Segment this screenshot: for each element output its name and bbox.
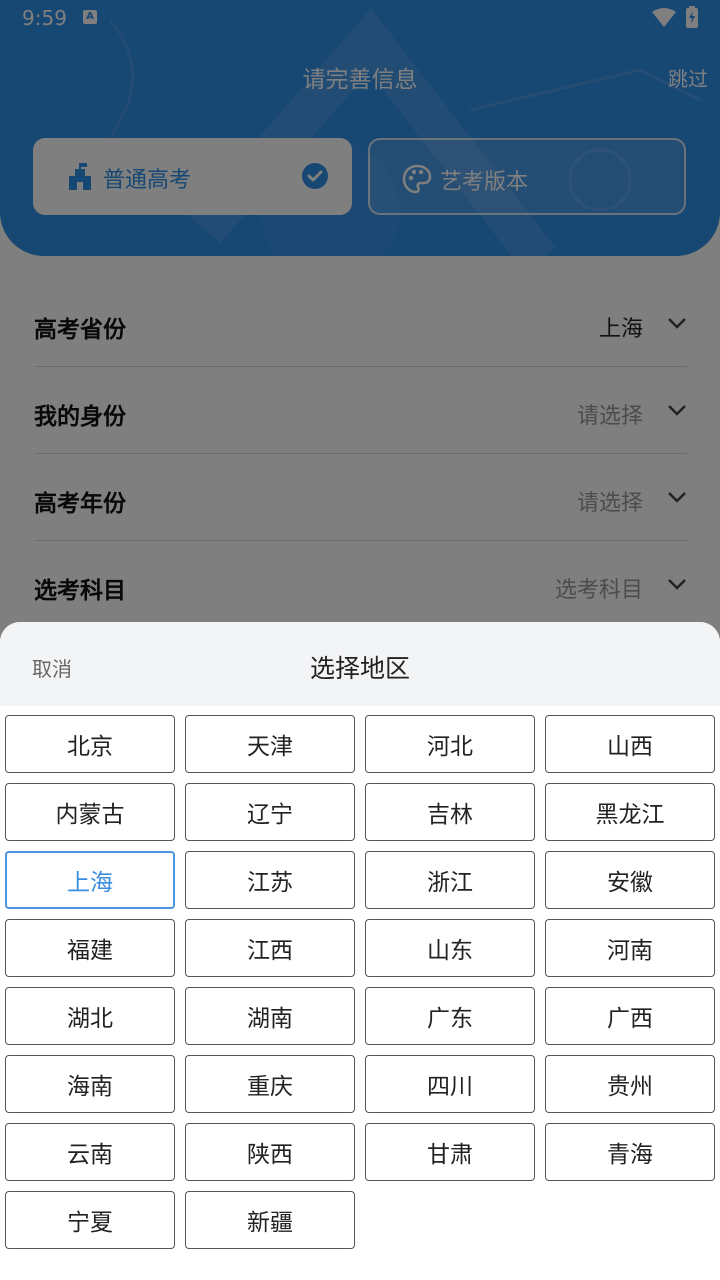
region-option[interactable]: 山西 — [545, 715, 715, 773]
region-option[interactable]: 新疆 — [185, 1191, 355, 1249]
region-grid: 北京 天津 河北 山西内蒙古 辽宁 吉林 黑龙江上海 江苏 浙江 安徽福建 江西 山东 河南湖北 湖南 广东… — [5, 715, 715, 1249]
region-option[interactable]: 河北 — [365, 715, 535, 773]
region-option[interactable]: 上海 — [5, 851, 175, 909]
region-option[interactable]: 江西 — [185, 919, 355, 977]
region-option[interactable]: 重庆 — [185, 1055, 355, 1113]
region-option[interactable]: 甘肃 — [365, 1123, 535, 1181]
region-option[interactable]: 四川 — [365, 1055, 535, 1113]
region-option[interactable]: 湖北 — [5, 987, 175, 1045]
region-option[interactable]: 广东 — [365, 987, 535, 1045]
region-option[interactable]: 内蒙古 — [5, 783, 175, 841]
region-option[interactable]: 海南 — [5, 1055, 175, 1113]
region-option[interactable]: 安徽 — [545, 851, 715, 909]
region-option[interactable]: 天津 — [185, 715, 355, 773]
region-option[interactable]: 广西 — [545, 987, 715, 1045]
region-option[interactable]: 北京 — [5, 715, 175, 773]
region-option[interactable]: 福建 — [5, 919, 175, 977]
picker-header: 取消 选择地区 — [0, 622, 720, 706]
region-option[interactable]: 吉林 — [365, 783, 535, 841]
region-option[interactable]: 贵州 — [545, 1055, 715, 1113]
picker-title: 选择地区 — [309, 654, 410, 683]
region-option[interactable]: 云南 — [5, 1123, 175, 1181]
region-option[interactable]: 黑龙江 — [545, 783, 715, 841]
region-option[interactable]: 河南 — [545, 919, 715, 977]
region-option[interactable]: 青海 — [545, 1123, 715, 1181]
region-option[interactable]: 湖南 — [185, 987, 355, 1045]
cancel-button[interactable]: 取消 — [32, 653, 72, 682]
region-option[interactable]: 宁夏 — [5, 1191, 175, 1249]
region-picker-sheet: 取消 选择地区 北京 天津 河北 山西内蒙古 辽宁 吉林 黑龙江上海 江苏 浙江 安徽福建 江西 山东… — [0, 622, 720, 1280]
region-option[interactable]: 山东 — [365, 919, 535, 977]
region-option[interactable]: 浙江 — [365, 851, 535, 909]
region-option[interactable]: 陕西 — [185, 1123, 355, 1181]
region-option[interactable]: 辽宁 — [185, 783, 355, 841]
region-option[interactable]: 江苏 — [185, 851, 355, 909]
